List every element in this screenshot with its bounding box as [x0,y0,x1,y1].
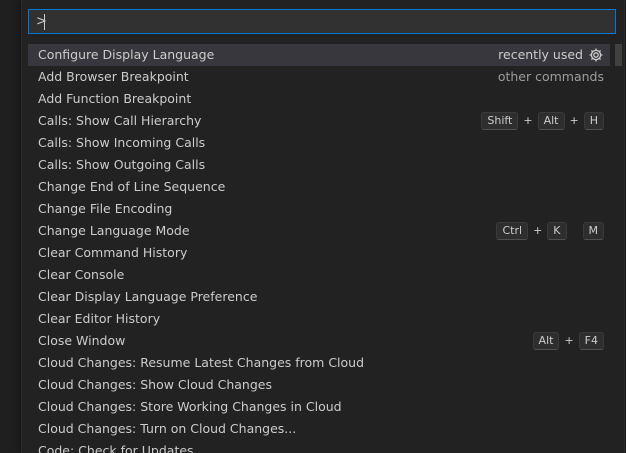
keybinding-key: M [582,222,604,240]
key-plus: + [523,114,533,127]
command-label: Cloud Changes: Store Working Changes in … [38,399,342,414]
gear-icon[interactable] [588,47,604,63]
command-label: Clear Command History [38,245,188,260]
command-label: Change File Encoding [38,201,173,216]
recently-used-label: recently used [498,47,583,62]
command-input-text[interactable]: > [36,14,47,29]
command-item[interactable]: Calls: Show Outgoing Calls [28,154,610,176]
command-item[interactable]: Cloud Changes: Turn on Cloud Changes... [28,418,610,440]
command-item[interactable]: Code: Check for Updates [28,440,610,453]
command-palette: > Configure Display Language recently us… [21,0,625,453]
command-label: Cloud Changes: Resume Latest Changes fro… [38,355,365,370]
command-label: Add Browser Breakpoint [38,69,189,84]
command-label: Clear Console [38,267,125,282]
key-plus: + [533,224,543,237]
text-caret [44,14,45,30]
command-input[interactable]: > [28,9,616,34]
scrollbar-thumb[interactable] [615,44,622,66]
command-item[interactable]: Clear Display Language Preference [28,286,610,308]
command-item[interactable]: Cloud Changes: Store Working Changes in … [28,396,610,418]
command-item[interactable]: Change Language Mode Ctrl + K M [28,220,610,242]
keybinding-key: H [583,112,604,130]
keybinding-key: F4 [578,332,604,350]
command-item[interactable]: Change File Encoding [28,198,610,220]
command-label: Change Language Mode [38,223,190,238]
command-label: Add Function Breakpoint [38,91,192,106]
other-commands-label: other commands [497,69,604,84]
command-label: Cloud Changes: Turn on Cloud Changes... [38,421,297,436]
command-item[interactable]: Cloud Changes: Show Cloud Changes [28,374,610,396]
key-plus: + [564,334,574,347]
command-label: Change End of Line Sequence [38,179,226,194]
command-label: Close Window [38,333,126,348]
keybinding-key: Alt [532,332,560,350]
command-item[interactable]: Clear Command History [28,242,610,264]
command-label: Configure Display Language [38,47,215,62]
command-list: Configure Display Language recently used… [28,44,610,453]
command-label: Clear Editor History [38,311,161,326]
command-label: Calls: Show Call Hierarchy [38,113,202,128]
command-item[interactable]: Add Function Breakpoint [28,88,610,110]
command-label: Cloud Changes: Show Cloud Changes [38,377,272,392]
keybinding-key: Shift [481,112,519,130]
command-item-selected[interactable]: Configure Display Language recently used [28,44,610,66]
command-label: Calls: Show Incoming Calls [38,135,206,150]
command-label: Clear Display Language Preference [38,289,258,304]
command-label: Calls: Show Outgoing Calls [38,157,206,172]
command-item[interactable]: Clear Editor History [28,308,610,330]
key-plus: + [569,114,579,127]
keybinding-key: Ctrl [496,222,529,240]
command-item[interactable]: Clear Console [28,264,610,286]
command-item[interactable]: Add Browser Breakpoint other commands [28,66,610,88]
keybinding-key: Alt [537,112,565,130]
command-item[interactable]: Cloud Changes: Resume Latest Changes fro… [28,352,610,374]
command-item[interactable]: Calls: Show Call Hierarchy Shift + Alt + H [28,110,610,132]
command-label: Code: Check for Updates [38,443,194,453]
command-item[interactable]: Calls: Show Incoming Calls [28,132,610,154]
command-item[interactable]: Change End of Line Sequence [28,176,610,198]
command-item[interactable]: Close Window Alt + F4 [28,330,610,352]
keybinding-key: K [547,222,567,240]
